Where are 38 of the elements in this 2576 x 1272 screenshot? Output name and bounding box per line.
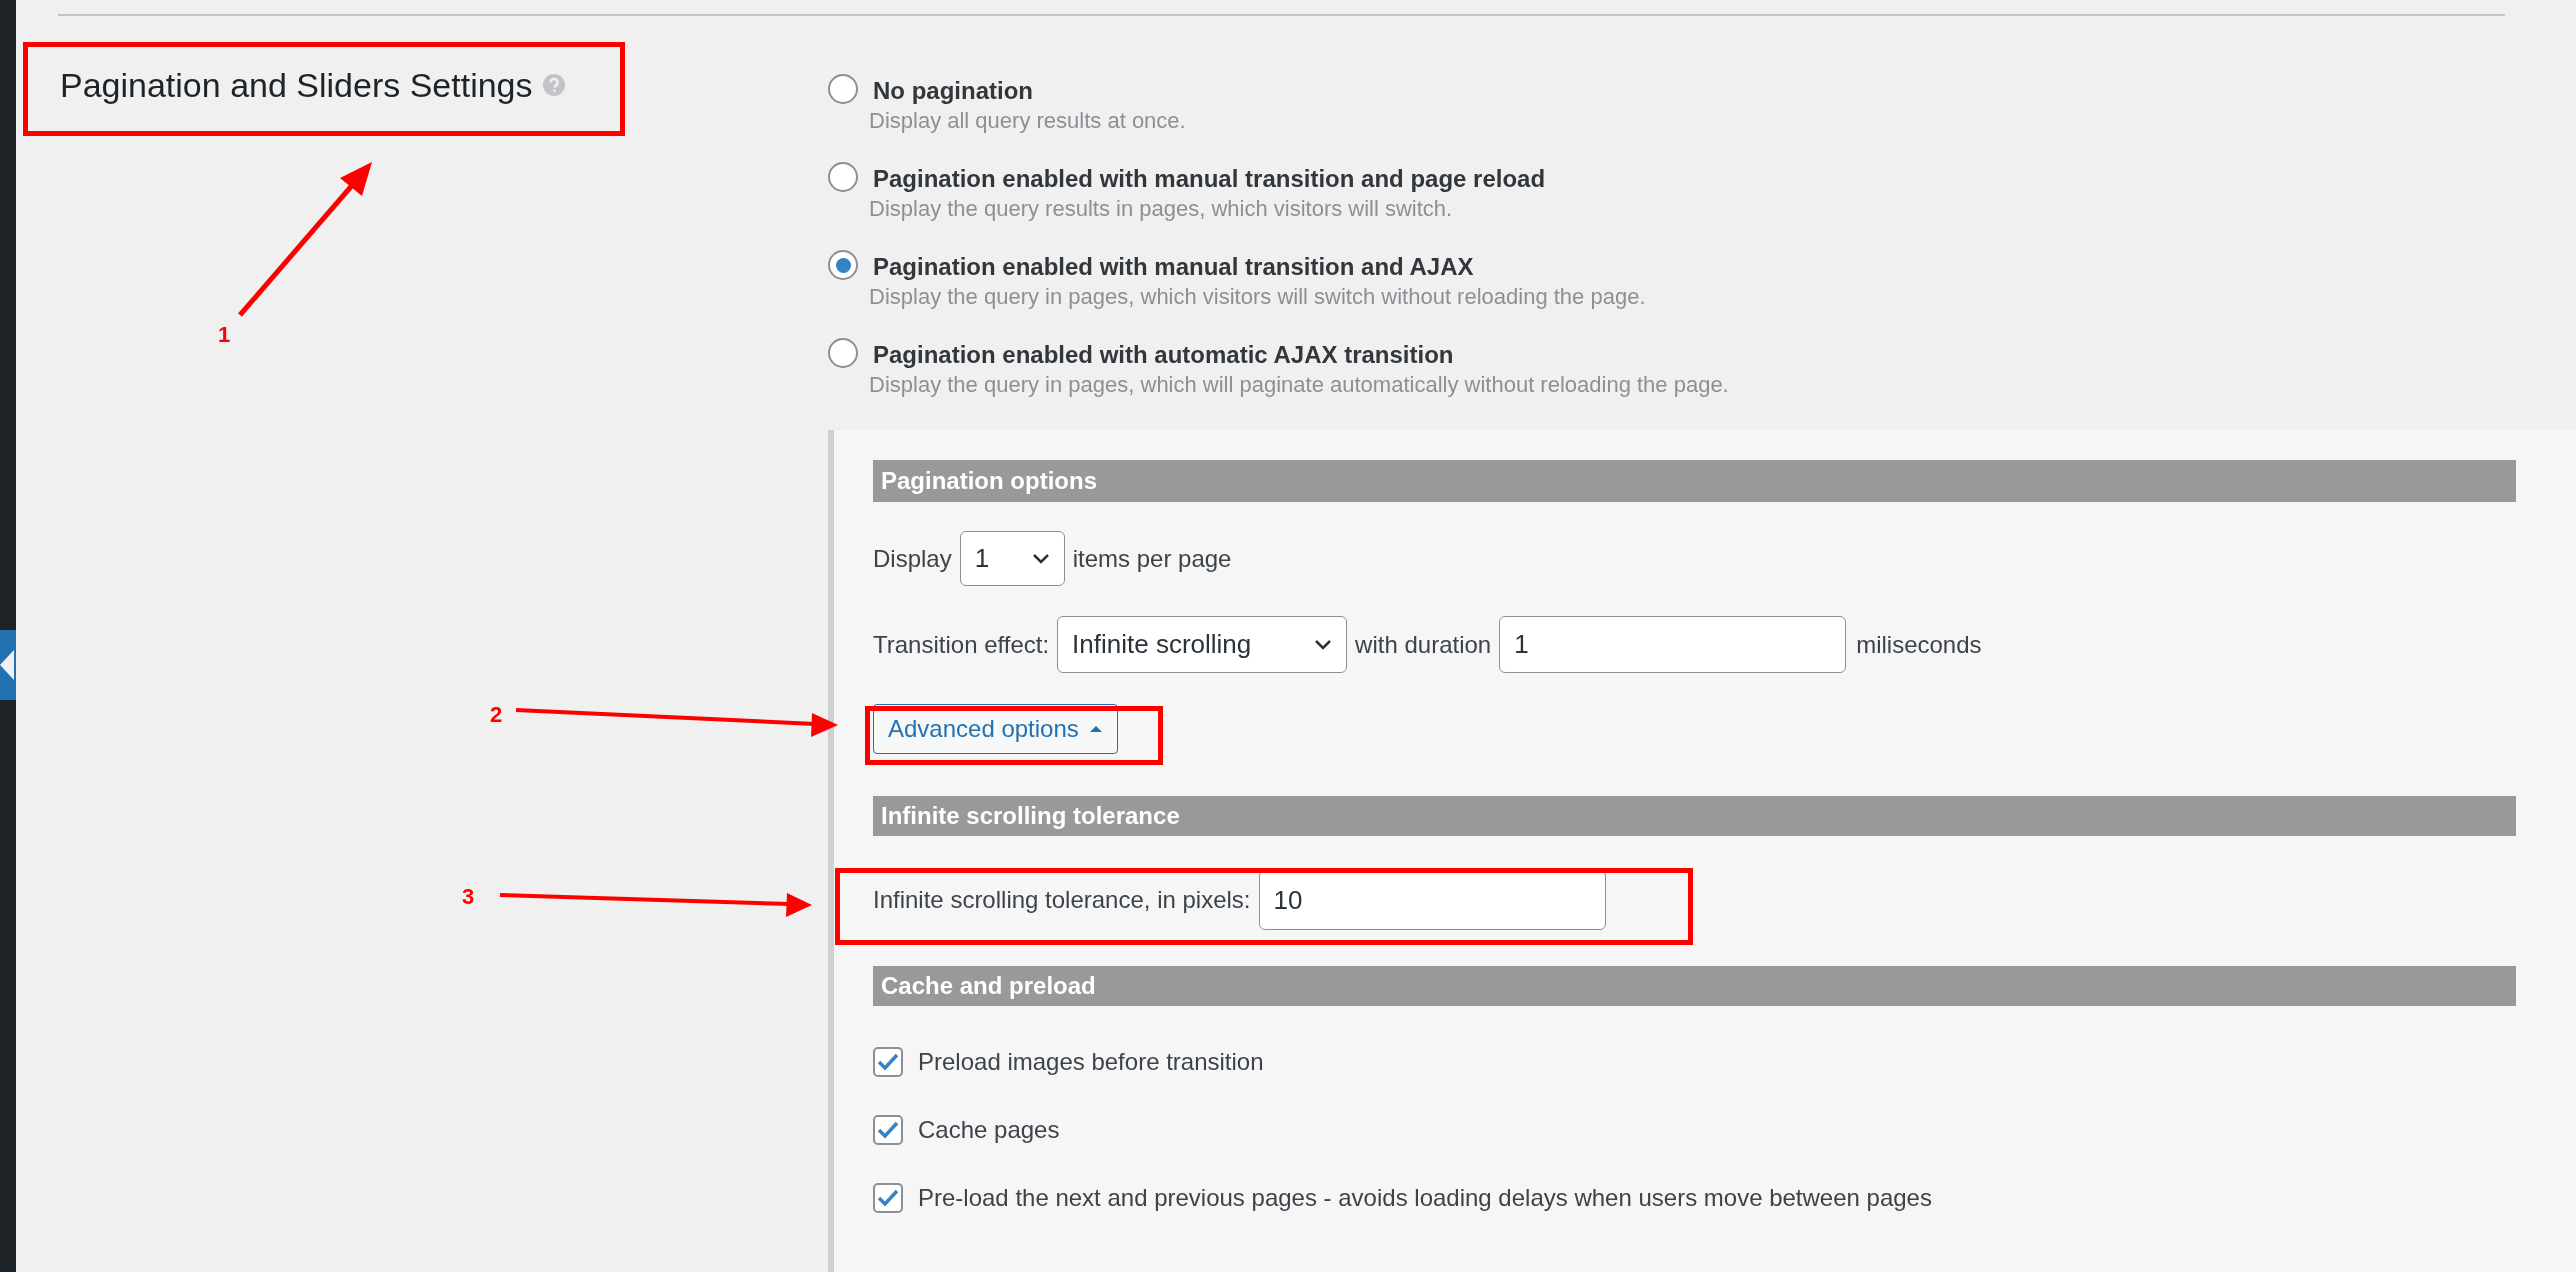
transition-label: Transition effect: (873, 629, 1050, 660)
checkbox[interactable] (873, 1047, 903, 1077)
chevron-down-icon (1031, 552, 1050, 565)
section-header: Pagination options (873, 460, 2516, 502)
checkbox[interactable] (873, 1183, 903, 1213)
annotation-number: 3 (462, 883, 475, 911)
option-description: Display the query in pages, which visitors will switch without reloading the page. (868, 283, 1647, 311)
radio-button[interactable] (828, 250, 858, 280)
option-label: No pagination (873, 76, 1033, 106)
duration-label: with duration (1355, 629, 1492, 660)
section-header: Infinite scrolling tolerance (873, 796, 2516, 836)
radio-button[interactable] (828, 74, 858, 104)
option-description: Display the query results in pages, which visitors will switch. (868, 195, 1454, 223)
duration-input[interactable]: 1 (1499, 616, 1847, 673)
transition-effect-select[interactable]: Infinite scrolling (1057, 616, 1348, 673)
radio-button[interactable] (828, 338, 858, 368)
annotation-number: 2 (490, 701, 503, 729)
annotation-number: 1 (218, 321, 231, 349)
tolerance-label: Infinite scrolling tolerance, in pixels: (873, 885, 1251, 915)
option-description: Display the query in pages, which will paginate automatically without reloading the page. (868, 371, 1730, 399)
section-title: Pagination and Sliders Settings (60, 65, 533, 105)
option-label: Pagination enabled with automatic AJAX transition (873, 340, 1454, 370)
checkbox-label: Preload images before transition (918, 1047, 1264, 1077)
items-suffix-label: items per page (1072, 543, 1232, 574)
items-per-page-select[interactable]: 1 (959, 531, 1065, 586)
option-description: Display all query results at once. (868, 107, 1187, 135)
display-label: Display (873, 543, 952, 574)
option-label: Pagination enabled with manual transition and AJAX (873, 252, 1474, 282)
section-header: Cache and preload (873, 966, 2516, 1006)
option-label: Pagination enabled with manual transition and page reload (873, 164, 1546, 194)
chevron-down-icon (1314, 638, 1333, 651)
duration-unit-label: miliseconds (1856, 629, 1982, 660)
checkbox[interactable] (873, 1115, 903, 1145)
radio-button[interactable] (828, 162, 858, 192)
current-menu-pointer-icon (0, 648, 14, 682)
tolerance-input[interactable]: 10 (1258, 870, 1606, 930)
checkbox-label: Cache pages (918, 1115, 1060, 1145)
checkbox-label: Pre-load the next and previous pages - avoids loading delays when users move between pages (918, 1183, 1932, 1213)
